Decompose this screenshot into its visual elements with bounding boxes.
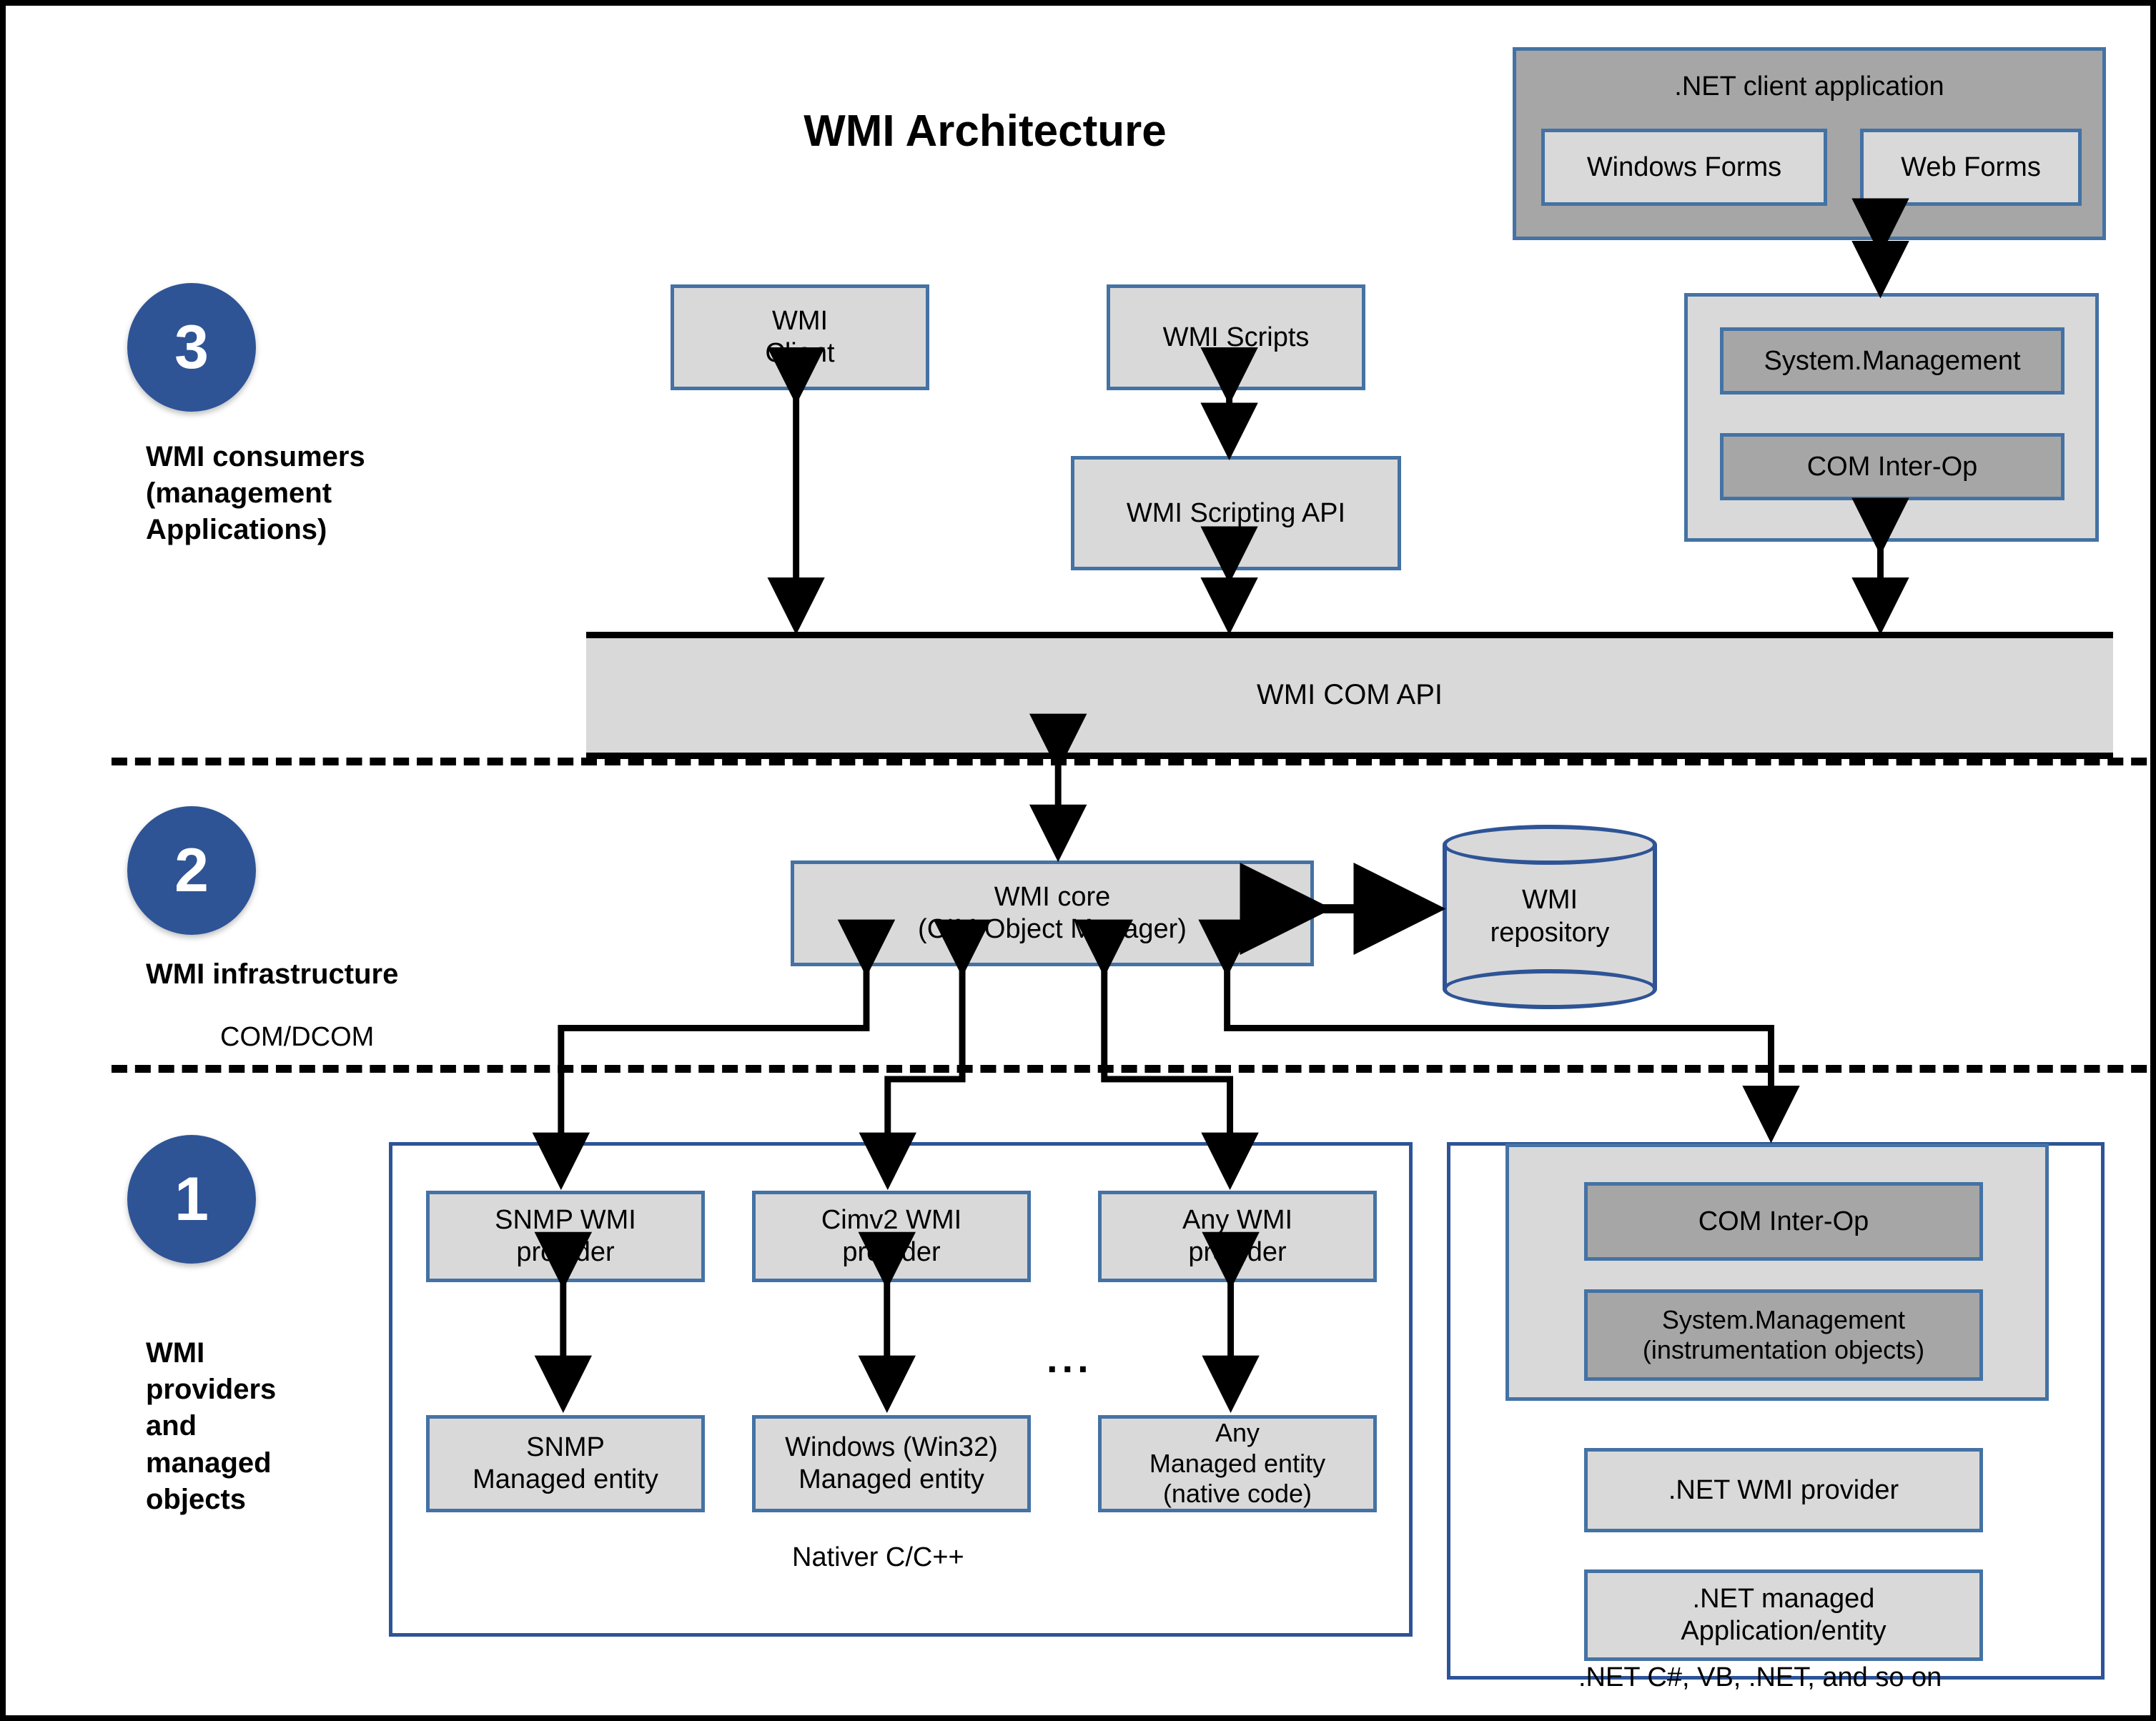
layer-label-infrastructure: WMI infrastructure (146, 958, 399, 990)
page-title: WMI Architecture (803, 106, 1167, 156)
any-wmi-provider-box: Any WMI provider (1098, 1191, 1377, 1282)
native-group-footer: Nativer C/C++ (792, 1542, 964, 1572)
dotnet-system-management-box: System.Management (instrumentation objec… (1584, 1289, 1983, 1381)
dotnet-group-footer: .NET C#, VB, .NET, and so on (1578, 1662, 1942, 1692)
windows-managed-entity-box: Windows (Win32) Managed entity (752, 1415, 1031, 1512)
layer-label-providers: WMI providers and managed objects (146, 1337, 277, 1515)
wmi-com-api-bar: WMI COM API (586, 632, 2113, 759)
wmi-client-box: WMI Client (671, 284, 929, 390)
dotnet-com-interop-box: COM Inter-Op (1584, 1182, 1983, 1261)
dotnet-client-application-title: .NET client application (1674, 71, 1944, 101)
snmp-wmi-provider-box: SNMP WMI provider (426, 1191, 705, 1282)
wmi-repository-label: WMI repository (1490, 885, 1610, 948)
cimv2-wmi-provider-box: Cimv2 WMI provider (752, 1191, 1031, 1282)
system-management-box: System.Management (1720, 327, 2064, 395)
com-dcom-label: COM/DCOM (220, 1022, 375, 1052)
layer-label-consumers: WMI consumers (management Applications) (146, 441, 365, 546)
layer-badge-1: 1 (127, 1135, 256, 1264)
ellipsis-more-providers: ... (1047, 1336, 1093, 1381)
wmi-core-box: WMI core (CIM Object Manager) (791, 860, 1314, 966)
wmi-scripts-box: WMI Scripts (1107, 284, 1365, 390)
layer-badge-3: 3 (127, 283, 256, 412)
com-interop-box: COM Inter-Op (1720, 433, 2064, 500)
windows-forms-box: Windows Forms (1541, 129, 1827, 206)
layer-badge-2: 2 (127, 806, 256, 935)
any-managed-entity-box: Any Managed entity (native code) (1098, 1415, 1377, 1512)
web-forms-box: Web Forms (1860, 129, 2082, 206)
snmp-managed-entity-box: SNMP Managed entity (426, 1415, 705, 1512)
dotnet-managed-application-box: .NET managed Application/entity (1584, 1569, 1983, 1661)
separator-consumers-infrastructure (112, 758, 2150, 765)
diagram-canvas: WMI Architecture 3 WMI consumers (manage… (0, 0, 2156, 1721)
wmi-scripting-api-box: WMI Scripting API (1071, 456, 1401, 570)
dotnet-wmi-provider-box: .NET WMI provider (1584, 1448, 1983, 1532)
wmi-repository-cylinder: WMI repository (1443, 825, 1657, 1009)
separator-infrastructure-providers (112, 1065, 2150, 1073)
